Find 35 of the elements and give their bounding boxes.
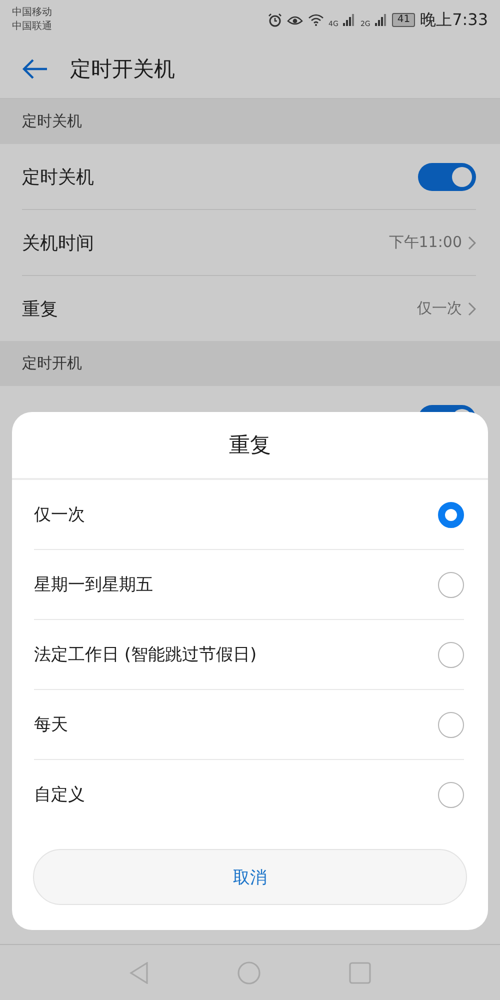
alarm-icon xyxy=(268,13,282,27)
cancel-button[interactable]: 取消 xyxy=(33,849,467,905)
radio-button[interactable] xyxy=(438,572,464,598)
setting-value: 下午11:00 xyxy=(388,233,462,252)
signal-icon xyxy=(343,14,356,26)
section-title: 定时关机 xyxy=(22,112,82,131)
wifi-icon xyxy=(308,14,324,26)
setting-label: 关机时间 xyxy=(22,232,94,254)
option-label[interactable]: 法定工作日 (智能跳过节假日) xyxy=(34,643,257,666)
clock-time: 晚上7:33 xyxy=(420,10,488,30)
recents-icon[interactable] xyxy=(349,962,371,984)
setting-label: 重复 xyxy=(22,298,58,320)
setting-value: 仅一次 xyxy=(417,299,462,318)
option-label[interactable]: 星期一到星期五 xyxy=(34,573,153,596)
signal-icon xyxy=(375,14,388,26)
eye-icon xyxy=(286,14,303,26)
option-label[interactable]: 每天 xyxy=(34,713,68,736)
section-title: 定时开机 xyxy=(22,354,82,373)
battery-level: 41 xyxy=(392,13,416,27)
radio-button[interactable] xyxy=(438,502,464,528)
radio-button[interactable] xyxy=(438,712,464,738)
option-label[interactable]: 仅一次 xyxy=(34,503,85,526)
back-icon[interactable] xyxy=(22,58,48,80)
option-label[interactable]: 自定义 xyxy=(34,783,85,806)
chevron-icon xyxy=(468,236,476,250)
setting-label: 定时关机 xyxy=(22,166,94,188)
carrier-name: 中国联通 xyxy=(12,20,52,34)
page-title: 定时开关机 xyxy=(70,56,175,83)
chevron-icon xyxy=(468,302,476,316)
dialog-title: 重复 xyxy=(229,432,271,459)
radio-button[interactable] xyxy=(438,782,464,808)
home-icon[interactable] xyxy=(237,960,261,984)
toggle-switch[interactable] xyxy=(418,162,476,190)
carrier-name: 中国移动 xyxy=(12,6,52,20)
radio-button[interactable] xyxy=(438,642,464,668)
